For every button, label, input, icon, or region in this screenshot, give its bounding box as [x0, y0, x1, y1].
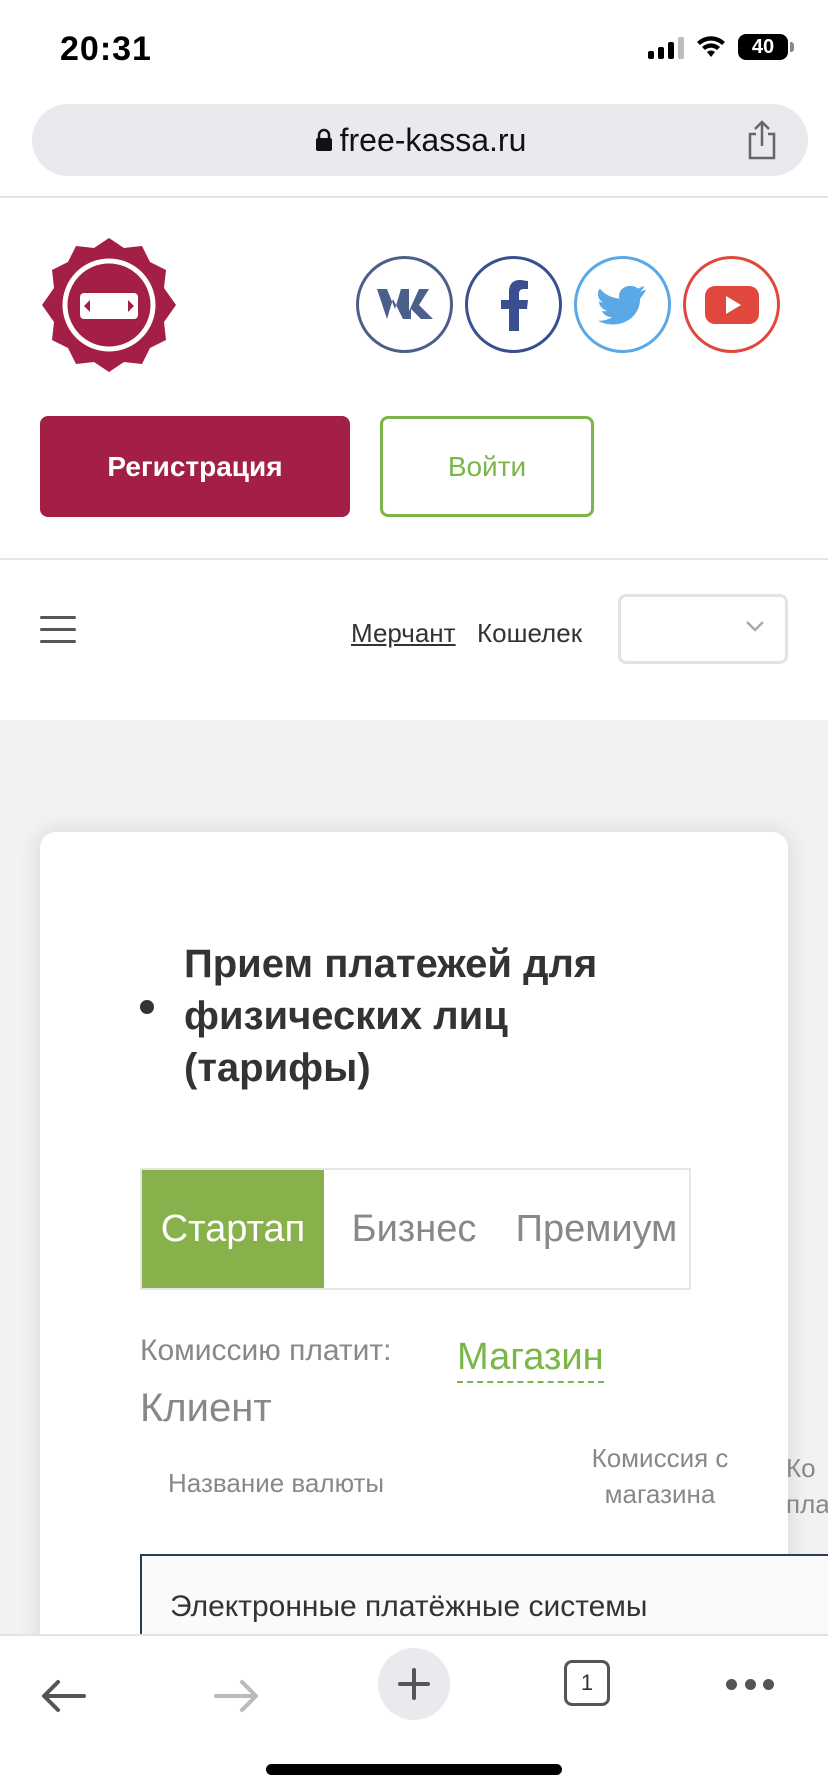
youtube-icon: [704, 285, 759, 324]
forward-arrow-icon[interactable]: [212, 1676, 262, 1716]
url-display: free-kassa.ru: [314, 121, 527, 159]
fee-payer-client-toggle[interactable]: Клиент: [140, 1386, 272, 1431]
divider: [0, 558, 828, 560]
nav-merchant-link[interactable]: Мерчант: [351, 618, 456, 649]
vk-icon: [376, 288, 433, 319]
status-bar: 20:31 40: [0, 0, 828, 100]
lock-icon: [315, 128, 332, 151]
register-button[interactable]: Регистрация: [40, 416, 350, 517]
chevron-down-icon: [746, 621, 764, 632]
table-section-label: Электронные платёжные системы: [170, 1590, 648, 1623]
divider: [0, 196, 828, 198]
status-time: 20:31: [60, 30, 152, 68]
twitter-icon: [597, 285, 646, 324]
wifi-icon: [697, 36, 725, 57]
tab-business[interactable]: Бизнес: [324, 1170, 504, 1288]
youtube-link[interactable]: [683, 256, 780, 353]
column-header-shop-fee: Комиссия с магазина: [591, 1443, 729, 1509]
card-heading: Прием платежей для физических лиц (тариф…: [184, 942, 598, 1090]
language-select[interactable]: [618, 594, 788, 664]
menu-icon[interactable]: [40, 616, 76, 644]
plus-icon: [398, 1668, 430, 1700]
address-bar[interactable]: free-kassa.ru: [32, 104, 808, 176]
signal-icon: [648, 35, 684, 59]
twitter-link[interactable]: [574, 256, 671, 353]
tabs-button[interactable]: 1: [564, 1660, 610, 1706]
vk-link[interactable]: [356, 256, 453, 353]
back-arrow-icon[interactable]: [38, 1676, 88, 1716]
table-section-row[interactable]: Электронные платёжные системы: [140, 1554, 828, 1635]
url-text: free-kassa.ru: [339, 121, 527, 158]
status-icons: 40: [648, 34, 794, 60]
site-logo[interactable]: [38, 234, 180, 376]
content-area: Прием платежей для физических лиц (тариф…: [0, 720, 828, 1635]
battery-icon: 40: [738, 34, 794, 60]
nav-wallet-link[interactable]: Кошелек: [477, 618, 582, 649]
social-links: [356, 256, 780, 353]
tariff-card: Прием платежей для физических лиц (тариф…: [40, 832, 788, 1635]
fee-payer-label: Комиссию платит:: [140, 1334, 392, 1367]
new-tab-button[interactable]: [378, 1648, 450, 1720]
tab-premium[interactable]: Премиум: [504, 1170, 689, 1288]
facebook-icon: [500, 279, 528, 331]
bullet: [140, 1000, 154, 1014]
column-header-client-fee: Ко пла: [786, 1453, 828, 1519]
login-button[interactable]: Войти: [380, 416, 594, 517]
share-icon[interactable]: [744, 120, 780, 160]
tariff-tabs: Стартап Бизнес Премиум: [140, 1168, 691, 1290]
tab-startup[interactable]: Стартап: [142, 1170, 324, 1288]
fee-payer-shop-toggle[interactable]: Магазин: [457, 1336, 604, 1383]
home-indicator: [266, 1764, 562, 1775]
more-icon[interactable]: [726, 1676, 774, 1692]
facebook-link[interactable]: [465, 256, 562, 353]
column-header-currency: Название валюты: [168, 1468, 385, 1498]
